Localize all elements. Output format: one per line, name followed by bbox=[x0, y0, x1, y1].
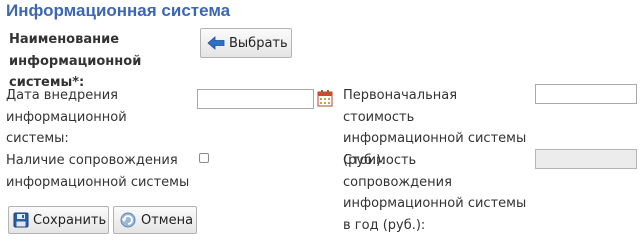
select-button[interactable]: Выбрать bbox=[200, 28, 292, 58]
save-button-label: Сохранить bbox=[33, 212, 107, 228]
cancel-button[interactable]: Отмена bbox=[113, 206, 197, 234]
implementation-date-label: Дата внедрения информационной системы: bbox=[6, 88, 127, 146]
calendar-icon[interactable] bbox=[317, 89, 333, 111]
support-cost-input[interactable] bbox=[535, 149, 637, 169]
system-name-label: Наименование информационной системы*: bbox=[9, 32, 142, 90]
initial-cost-input[interactable] bbox=[535, 84, 637, 104]
implementation-date-input[interactable] bbox=[197, 89, 314, 109]
cancel-button-label: Отмена bbox=[141, 212, 194, 228]
support-cost-label: Стоимость сопровождения информационной с… bbox=[343, 153, 527, 233]
undo-icon bbox=[119, 212, 137, 228]
floppy-disk-icon bbox=[13, 212, 29, 228]
select-button-label: Выбрать bbox=[229, 35, 288, 51]
arrow-left-icon bbox=[207, 36, 225, 50]
support-label: Наличие сопровождения информационной сис… bbox=[6, 153, 190, 190]
support-checkbox[interactable] bbox=[199, 153, 209, 163]
save-button[interactable]: Сохранить bbox=[8, 206, 109, 234]
page-title: Информационная система bbox=[6, 1, 231, 20]
